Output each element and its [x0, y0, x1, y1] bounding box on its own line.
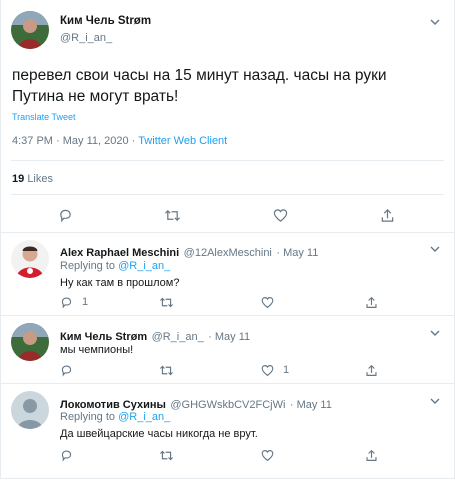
- like-button[interactable]: [261, 447, 280, 463]
- translate-tweet-link[interactable]: Translate Tweet: [12, 112, 76, 122]
- reply-text: Ну как там в прошлом?: [60, 277, 180, 289]
- share-button[interactable]: [365, 362, 378, 378]
- like-count: 1: [283, 364, 290, 376]
- retweet-icon: [160, 365, 173, 375]
- reply-author-handle[interactable]: @GHGWskbCV2FCjWi: [170, 399, 285, 411]
- reply-author-name[interactable]: Alex Raphael Meschini: [60, 247, 179, 259]
- tweet-text-line-1: перевел свои часы на 15 минут назад. час…: [12, 67, 387, 84]
- retweet-button[interactable]: [159, 294, 174, 310]
- tweet-timestamp[interactable]: 4:37 PM · May 11, 2020: [12, 135, 129, 147]
- reply-avatar[interactable]: [11, 391, 49, 429]
- divider: [11, 194, 444, 195]
- share-button[interactable]: [365, 447, 378, 463]
- heart-icon: [261, 449, 274, 461]
- retweet-button[interactable]: [159, 362, 174, 378]
- replying-to: Replying to @R_i_an_: [60, 411, 170, 423]
- share-button[interactable]: [380, 207, 395, 223]
- tweet-thread: Ким Чель Strøm @R_i_an_ перевел свои час…: [0, 0, 455, 479]
- replying-to: Replying to @R_i_an_: [60, 260, 170, 272]
- retweet-button[interactable]: [159, 447, 174, 463]
- divider: [1, 315, 454, 316]
- reply-icon: [61, 296, 72, 309]
- author-avatar[interactable]: [11, 11, 49, 49]
- reply-icon: [60, 209, 71, 222]
- reply-text: Да швейцарские часы никогда не врут.: [60, 428, 258, 440]
- reply-author-handle[interactable]: @R_i_an_: [152, 331, 204, 343]
- heart-icon: [273, 208, 288, 222]
- reply-count: 1: [82, 296, 89, 308]
- retweet-icon: [160, 297, 173, 307]
- divider: [11, 160, 444, 161]
- share-button[interactable]: [365, 294, 378, 310]
- reply-date[interactable]: · May 11: [208, 331, 250, 343]
- reply-author-name[interactable]: Локомотив Сухины: [60, 399, 166, 411]
- reply-avatar[interactable]: [11, 240, 49, 278]
- replying-to-prefix: Replying to: [60, 260, 116, 272]
- like-button[interactable]: [261, 294, 280, 310]
- reply-header: Alex Raphael Meschini @12AlexMeschini · …: [60, 243, 318, 261]
- divider: [1, 383, 454, 384]
- chevron-down-icon[interactable]: [429, 243, 441, 255]
- heart-icon: [261, 296, 274, 308]
- reply-date[interactable]: · May 11: [276, 247, 318, 259]
- reply-text: мы чемпионы!: [60, 344, 134, 356]
- author-name[interactable]: Ким Чель Strøm: [60, 15, 151, 27]
- share-icon: [366, 364, 377, 376]
- reply-icon: [61, 449, 72, 462]
- divider: [1, 232, 454, 233]
- reply-button[interactable]: [60, 447, 79, 463]
- like-button[interactable]: 1: [261, 362, 289, 378]
- likes-count: 19: [12, 173, 25, 185]
- reply-author-name[interactable]: Ким Чель Strøm: [60, 331, 147, 343]
- reply-button[interactable]: [60, 362, 79, 378]
- reply-button[interactable]: 1: [60, 294, 88, 310]
- retweet-icon: [165, 209, 180, 221]
- replying-to-handle[interactable]: @R_i_an_: [118, 411, 170, 423]
- like-button[interactable]: [273, 207, 288, 223]
- share-icon: [366, 449, 377, 461]
- tweet-client[interactable]: Twitter Web Client: [138, 135, 227, 147]
- chevron-down-icon[interactable]: [429, 327, 441, 339]
- share-icon: [366, 296, 377, 308]
- reply-date[interactable]: · May 11: [290, 399, 332, 411]
- heart-icon: [261, 364, 274, 376]
- reply-icon: [61, 364, 72, 377]
- likes-stat[interactable]: 19 Likes: [12, 173, 53, 185]
- reply-button[interactable]: [58, 207, 73, 223]
- retweet-icon: [160, 450, 173, 460]
- replying-to-prefix: Replying to: [60, 411, 116, 423]
- replying-to-handle[interactable]: @R_i_an_: [118, 260, 170, 272]
- chevron-down-icon[interactable]: [429, 395, 441, 407]
- author-handle[interactable]: @R_i_an_: [60, 32, 112, 44]
- tweet-text-line-2: Путина не могут врать!: [12, 88, 179, 105]
- reply-avatar[interactable]: [11, 323, 49, 361]
- meta-separator: ·: [131, 135, 136, 147]
- likes-label: Likes: [27, 173, 53, 185]
- retweet-button[interactable]: [164, 207, 181, 223]
- reply-author-handle[interactable]: @12AlexMeschini: [184, 247, 272, 259]
- tweet-meta: 4:37 PM · May 11, 2020 · Twitter Web Cli…: [12, 135, 227, 147]
- share-icon: [381, 208, 394, 222]
- reply-header: Ким Чель Strøm @R_i_an_ · May 11: [60, 327, 250, 345]
- chevron-down-icon[interactable]: [429, 16, 441, 28]
